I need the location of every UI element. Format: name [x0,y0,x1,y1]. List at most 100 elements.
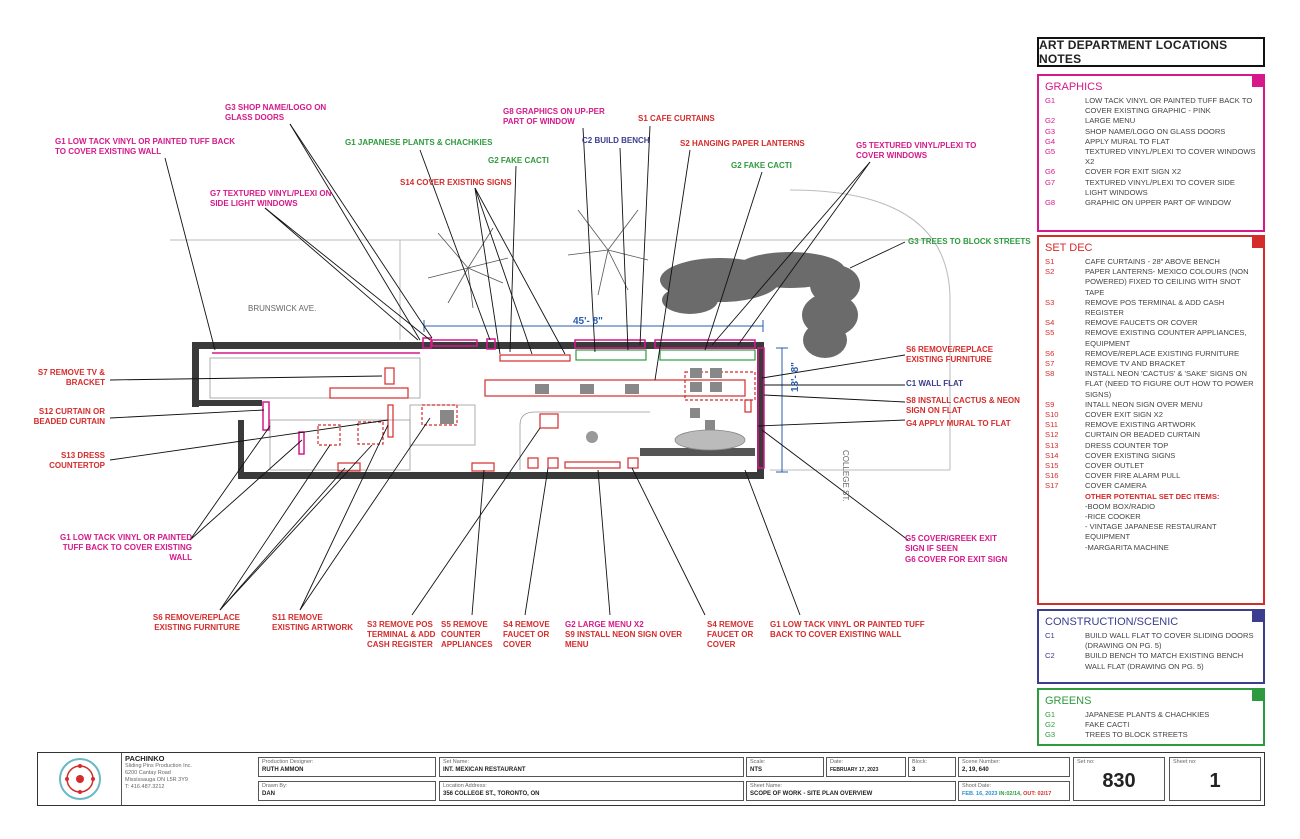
setdec-extra-item: -RICE COOKER [1085,512,1141,522]
building-walls [192,342,764,479]
note-row: G3 TREES TO BLOCK STREETS [1045,730,1257,740]
label-s14-cover-signs: S14 COVER EXISTING SIGNS [400,178,512,187]
note-text: INSTALL NEON 'CACTUS' & 'SAKE' SIGNS ON … [1085,369,1254,399]
note-code: S10 [1045,410,1059,420]
label-g7-side-windows: G7 TEXTURED VINYL/PLEXI ON SIDE LIGHT WI… [210,189,332,208]
drawn-label: Drawn By: [262,783,288,789]
location-cell: Location Address: 356 COLLEGE ST., TORON… [439,781,744,801]
note-text: PAPER LANTERNS- MEXICO COLOURS (NON POWE… [1085,267,1249,297]
note-text: REMOVE POS TERMINAL & ADD CASH REGISTER [1085,297,1225,318]
note-code: S9 [1045,399,1055,409]
note-text: JAPANESE PLANTS & CHACHKIES [1085,710,1210,719]
label-g1-top-wall: G1 LOW TACK VINYL OR PAINTED TUFF BACK T… [55,137,235,156]
company-name: PACHINKO [125,754,165,763]
company-phone: T: 416.487.3212 [125,784,165,790]
note-code: G3 [1045,730,1056,740]
note-row: G2 FAKE CACTI [1045,720,1257,730]
label-g1-left-wall: G1 LOW TACK VINYL OR PAINTED TUFF BACK T… [59,533,192,562]
shoot-date: FEB. 16, 2023 [962,791,998,797]
note-row: G2 LARGE MENU [1045,116,1257,126]
note-text: COVER CAMERA [1085,481,1147,491]
note-row: C1 BUILD WALL FLAT TO COVER SLIDING DOORS… [1045,631,1257,651]
label-s6-furniture-bottom: S6 REMOVE/REPLACE EXISTING FURNITURE [152,613,240,632]
note-row: G7 TEXTURED VINYL/PLEXI TO COVER SIDE LIG… [1045,178,1257,198]
label-g8-window-graphics: G8 GRAPHICS ON UP-PER PART OF WINDOW [503,107,605,126]
note-code: S16 [1045,471,1059,481]
note-code: S8 [1045,369,1055,379]
note-code: S7 [1045,359,1055,369]
setdec-list: S1 CAFE CURTAINS - 28" ABOVE BENCH S2 PAPER… [1045,257,1257,492]
setdec-color-tab [1252,235,1265,248]
note-row: S6 REMOVE/REPLACE EXISTING FURNITURE [1045,349,1257,359]
scale-label: Scale: [750,759,766,765]
note-row: G5 TEXTURED VINYL/PLEXI TO COVER WINDOWS … [1045,147,1257,167]
setno-value: 830 [1102,770,1136,792]
construction-notes-box: CONSTRUCTION/SCENIC C1 BUILD WALL FLAT TO… [1037,609,1265,684]
label-s5-appliances: S5 REMOVE COUNTER APPLIANCES [441,620,493,649]
note-code: S3 [1045,297,1055,307]
note-text: REMOVE EXISTING COUNTER APPLIANCES, EQUI… [1085,328,1247,348]
note-text: COVER FOR EXIT SIGN X2 [1085,167,1182,177]
note-row: S7 REMOVE TV AND BRACKET [1045,359,1257,369]
construction-list: C1 BUILD WALL FLAT TO COVER SLIDING DOORS… [1045,631,1257,672]
label-s12-curtain: S12 CURTAIN OR BEADED CURTAIN [33,407,105,426]
note-code: G8 [1045,198,1056,208]
sheet-name-cell: Sheet Name: SCOPE OF WORK - SITE PLAN OV… [746,781,956,801]
note-code: S6 [1045,348,1055,358]
note-code: C1 [1045,631,1055,640]
shoot-date-cell: Shoot Date: FEB. 16, 2023 IN:02/14, OUT:… [958,781,1070,801]
sheetno-value: 1 [1209,770,1221,792]
notes-title: ART DEPARTMENT LOCATIONS NOTES [1037,37,1265,67]
greens-color-tab [1252,688,1265,701]
note-code: G2 [1045,116,1056,126]
loc-value: 356 COLLEGE ST., TORONTO, ON [443,791,540,797]
note-text: COVER OUTLET [1085,461,1145,471]
label-c2-build-bench: C2 BUILD BENCH [582,136,650,145]
drawn-value: DAN [262,791,275,797]
greens-notes-box: GREENS G1 JAPANESE PLANTS & CHACHKIES G2 FA… [1037,688,1265,746]
label-s4-faucet-left: S4 REMOVE FAUCET OR COVER [503,620,550,649]
loc-label: Location Address: [443,783,487,789]
label-s7-remove-tv: S7 REMOVE TV & BRACKET [37,368,105,387]
label-s9-neon-menu: S9 INSTALL NEON SIGN OVER MENU [565,630,683,649]
company-cell: PACHINKO Sliding Pins Production Inc. 62… [121,753,258,805]
note-code: S1 [1045,257,1055,266]
note-row: S15 COVER OUTLET [1045,461,1257,471]
note-row: S16 COVER FIRE ALARM PULL [1045,471,1257,481]
block-value: 3 [912,767,916,773]
note-row: S13 DRESS COUNTER TOP [1045,441,1257,451]
note-code: C2 [1045,651,1055,661]
note-row: G6 COVER FOR EXIT SIGN X2 [1045,167,1257,177]
greens-heading: GREENS [1045,695,1092,707]
note-code: S4 [1045,318,1055,328]
note-row: G8 GRAPHIC ON UPPER PART OF WINDOW [1045,198,1257,208]
note-row: G4 APPLY MURAL TO FLAT [1045,137,1257,147]
note-text: FAKE CACTI [1085,720,1130,730]
block-label: Block: [912,759,927,765]
note-code: S17 [1045,481,1059,491]
street-brunswick: BRUNSWICK AVE. [248,304,317,313]
note-row: S10 COVER EXIT SIGN X2 [1045,410,1257,420]
note-code: G2 [1045,720,1056,730]
note-text: CURTAIN OR BEADED CURTAIN [1085,430,1201,440]
dimension-width: 45'- 8" [573,316,603,327]
bare-trees [427,209,649,309]
label-g5-exit-sign: G5 COVER/GREEK EXIT SIGN IF SEEN [905,534,998,553]
construction-color-tab [1252,609,1265,622]
note-text: REMOVE FAUCETS OR COVER [1085,318,1198,328]
note-text: TREES TO BLOCK STREETS [1085,730,1188,740]
label-c1-wall-flat: C1 WALL FLAT [906,379,964,388]
label-menu-group: G2 LARGE MENU X2 S9 INSTALL NEON SIGN OV… [565,620,695,650]
interior-lines [209,357,755,471]
note-text: BUILD BENCH TO MATCH EXISTING BENCH WALL… [1085,651,1244,671]
setno-label: Set no: [1077,759,1095,765]
label-g3-shop-logo: G3 SHOP NAME/LOGO ON GLASS DOORS [225,103,327,122]
pd-label: Production Designer: [262,759,314,765]
set-label: Set Name: [443,759,469,765]
scene-value: 2, 19, 640 [962,767,989,773]
note-row: S4 REMOVE FAUCETS OR COVER [1045,318,1257,328]
label-g4-mural: G4 APPLY MURAL TO FLAT [906,419,1011,428]
company-sub: Sliding Pins Production Inc. [125,763,192,769]
note-text: COVER FIRE ALARM PULL [1085,471,1181,481]
label-g1-bottom-wall: G1 LOW TACK VINYL OR PAINTED TUFF BACK T… [770,620,925,639]
